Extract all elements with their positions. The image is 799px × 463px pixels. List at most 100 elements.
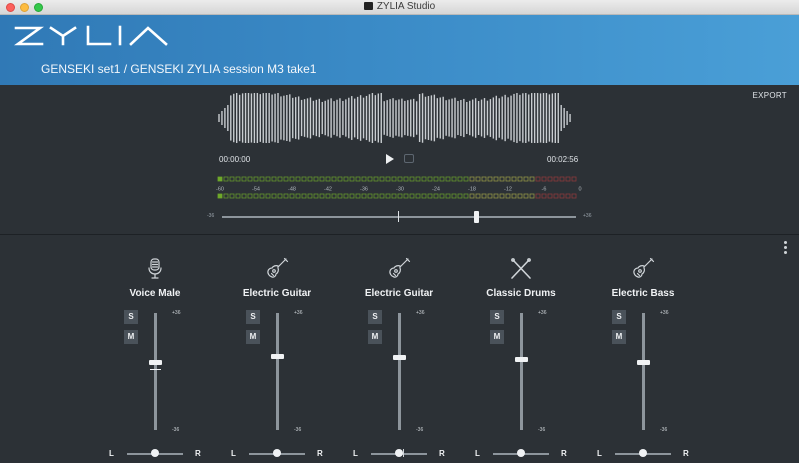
solo-button[interactable]: S — [246, 310, 260, 324]
volume-fader-handle[interactable] — [515, 356, 528, 362]
meter-cell — [223, 176, 229, 182]
guitar-icon — [265, 257, 289, 286]
pan-center-mark — [403, 449, 404, 457]
meter-cell — [301, 176, 307, 182]
volume-fader-track[interactable] — [398, 313, 401, 430]
mixer-panel: Voice Male S M +36 -36 L R Electric Guitar S M +36… — [0, 235, 799, 463]
meter-cell — [313, 193, 319, 199]
meter-cell — [553, 176, 559, 182]
meter-cell — [259, 176, 265, 182]
meter-scale-label: -60 — [216, 187, 224, 193]
meter-cell — [403, 193, 409, 199]
position-slider-track[interactable] — [222, 216, 576, 218]
loop-icon[interactable] — [404, 154, 414, 163]
meter-cell — [223, 193, 229, 199]
meter-cell — [559, 193, 565, 199]
meter-cell — [313, 176, 319, 182]
meter-cell — [271, 176, 277, 182]
solo-button[interactable]: S — [368, 310, 382, 324]
meter-cell — [493, 193, 499, 199]
meter-cell — [409, 193, 415, 199]
meter-cell — [229, 176, 235, 182]
meter-scale-label: -42 — [324, 187, 332, 193]
volume-fader-handle[interactable] — [271, 354, 284, 360]
volume-fader-track[interactable] — [276, 313, 279, 430]
play-icon[interactable] — [386, 154, 394, 164]
meter-cell — [451, 193, 457, 199]
volume-fader-handle[interactable] — [393, 355, 406, 361]
meter-cell — [253, 176, 259, 182]
meter-cell — [361, 176, 367, 182]
playhead-marker — [398, 211, 399, 222]
meter-cell — [217, 176, 223, 182]
meter-cell — [481, 193, 487, 199]
meter-cell — [355, 193, 361, 199]
pan-left-label: L — [353, 449, 358, 458]
volume-fader-track[interactable] — [154, 313, 157, 430]
position-slider-thumb[interactable] — [473, 211, 479, 223]
window-titlebar: ZYLIA Studio — [0, 0, 799, 15]
zylia-logo — [14, 25, 169, 52]
fader-min-label: -36 — [660, 427, 668, 433]
meter-cell — [349, 176, 355, 182]
meter-cell — [517, 193, 523, 199]
pan-slider-knob[interactable] — [273, 449, 281, 457]
session-breadcrumb: GENSEKI set1 / GENSEKI ZYLIA session M3 … — [41, 62, 317, 76]
pan-left-label: L — [475, 449, 480, 458]
meter-cell — [451, 176, 457, 182]
app-icon — [363, 2, 373, 10]
fader-min-label: -36 — [294, 427, 302, 433]
meter-cell — [319, 176, 325, 182]
fader-min-label: -36 — [538, 427, 546, 433]
level-meter: -60 -54 -48 -42 -36 -30 -24 -18 -12 -6 0 — [216, 176, 582, 199]
solo-button[interactable]: S — [612, 310, 626, 324]
meter-cell — [553, 193, 559, 199]
channel-strip: Classic Drums S M +36 -36 L R — [460, 235, 582, 463]
solo-button[interactable]: S — [490, 310, 504, 324]
pan-right-label: R — [439, 449, 445, 458]
mute-button[interactable]: M — [246, 330, 260, 344]
meter-cell — [511, 193, 517, 199]
pan-right-label: R — [561, 449, 567, 458]
mute-button[interactable]: M — [490, 330, 504, 344]
more-vertical-icon[interactable] — [784, 241, 787, 256]
mute-button[interactable]: M — [612, 330, 626, 344]
pan-slider-knob[interactable] — [639, 449, 647, 457]
mute-button[interactable]: M — [368, 330, 382, 344]
volume-fader-track[interactable] — [520, 313, 523, 430]
meter-cell — [367, 176, 373, 182]
meter-cell — [505, 176, 511, 182]
meter-cell — [277, 193, 283, 199]
pan-slider-knob[interactable] — [151, 449, 159, 457]
export-button[interactable]: EXPORT — [752, 91, 787, 100]
meter-cell — [397, 176, 403, 182]
bass-guitar-icon — [631, 257, 655, 286]
meter-cell — [325, 193, 331, 199]
meter-cell — [475, 176, 481, 182]
scrub-max-label: +36 — [583, 213, 592, 219]
mute-button[interactable]: M — [124, 330, 138, 344]
meter-cell — [487, 193, 493, 199]
meter-cell — [217, 193, 223, 199]
meter-cell — [259, 193, 265, 199]
meter-scale-label: -36 — [360, 187, 368, 193]
meter-cell — [547, 176, 553, 182]
microphone-icon — [143, 257, 167, 286]
meter-cell — [433, 176, 439, 182]
fader-max-label: +36 — [660, 310, 669, 316]
meter-cell — [241, 176, 247, 182]
meter-cell — [247, 176, 253, 182]
solo-button[interactable]: S — [124, 310, 138, 324]
waveform-display[interactable] — [217, 93, 579, 143]
meter-cell — [475, 193, 481, 199]
volume-fader-track[interactable] — [642, 313, 645, 430]
pan-slider-knob[interactable] — [517, 449, 525, 457]
volume-fader-handle[interactable] — [637, 360, 650, 366]
meter-cell — [295, 193, 301, 199]
channel-strip: Voice Male S M +36 -36 L R — [94, 235, 216, 463]
meter-cell — [427, 193, 433, 199]
volume-fader-handle[interactable] — [149, 360, 162, 366]
fader-max-label: +36 — [538, 310, 547, 316]
channel-name: Voice Male — [129, 288, 181, 299]
pan-slider-knob[interactable] — [395, 449, 403, 457]
